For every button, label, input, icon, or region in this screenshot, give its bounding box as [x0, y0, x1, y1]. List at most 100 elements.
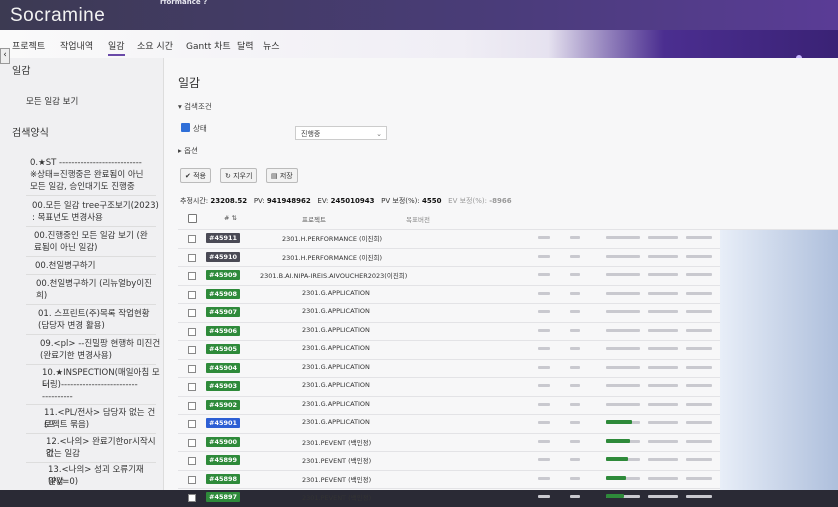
issue-id-link[interactable]: #45900 — [206, 436, 241, 447]
saved-query-link[interactable]: 00.천일병구하기 — [35, 260, 95, 272]
column-header-number[interactable]: # ⇅ — [224, 214, 237, 222]
table-right-fade — [720, 230, 838, 490]
issue-id-link[interactable]: #45911 — [206, 233, 241, 243]
help-icon[interactable]: ? — [203, 0, 207, 6]
row-checkbox[interactable] — [188, 346, 196, 354]
apply-button[interactable]: ✔ 적용 — [180, 168, 211, 183]
issue-id-link[interactable]: #45901 — [206, 418, 241, 428]
table-row[interactable]: #45897 2301.PEVENT (백인정) — [178, 488, 838, 507]
blurred-cell — [648, 421, 678, 424]
issue-id-link[interactable]: #45899 — [206, 455, 241, 465]
menu-item-issues[interactable]: 일감 — [108, 39, 125, 56]
saved-query-note: 없는 일감 — [46, 449, 80, 459]
issue-id-link[interactable]: #45902 — [206, 399, 241, 410]
row-checkbox[interactable] — [188, 253, 196, 262]
issue-id-link[interactable]: #45907 — [206, 307, 241, 317]
blurred-cell — [686, 421, 712, 424]
saved-query-link[interactable]: 00.진행중인 모든 일감 보기 (완 — [34, 230, 148, 242]
issue-project-link[interactable]: 2301.PEVENT (백인정) — [302, 437, 371, 447]
row-checkbox[interactable] — [188, 364, 196, 373]
row-checkbox[interactable] — [188, 290, 196, 299]
issue-id-link[interactable]: #45903 — [206, 381, 241, 391]
issue-id-link[interactable]: #45898 — [206, 473, 241, 484]
select-all-checkbox[interactable] — [188, 214, 197, 223]
save-button[interactable]: ▤ 저장 — [266, 168, 298, 183]
menu-item-projects[interactable]: 프로젝트 — [12, 39, 45, 52]
sidebar-toggle-icon[interactable]: ‹ — [0, 48, 10, 64]
issue-project-link[interactable]: 2301.PEVENT (백인정) — [302, 455, 371, 465]
issue-id-link[interactable]: #45905 — [206, 344, 241, 354]
saved-query-note: 모든 일감, 승인대기도 진행중 — [30, 182, 135, 192]
saved-query-link[interactable]: 01. 스프린트(주)목록 작업현황 — [38, 308, 150, 320]
options-toggle[interactable]: ▸ 옵션 — [178, 145, 198, 156]
row-checkbox[interactable] — [188, 401, 196, 410]
issue-project-link[interactable]: 2301.G.APPLICATION — [302, 289, 370, 297]
row-checkbox[interactable] — [188, 327, 196, 336]
status-filter-label: 상태 — [193, 124, 207, 133]
row-checkbox[interactable] — [188, 438, 196, 447]
issue-project-link[interactable]: 2301.G.APPLICATION — [302, 400, 370, 408]
progress-bar — [606, 438, 630, 443]
blurred-cell — [606, 291, 640, 295]
saved-query-link[interactable]: 09.<pl> --진밀팡 현행하 미진건 — [40, 338, 160, 350]
blurred-cell — [686, 365, 712, 369]
blurred-cell — [538, 347, 550, 350]
issue-project-link[interactable]: 2301.G.APPLICATION — [302, 363, 370, 371]
row-checkbox[interactable] — [188, 475, 196, 484]
blurred-cell — [570, 476, 580, 480]
issue-project-link[interactable]: 2301.PEVENT (백인정) — [302, 492, 371, 502]
issue-project-link[interactable]: 2301.H.PERFORMANCE (이진희) — [282, 233, 382, 243]
row-checkbox[interactable] — [188, 309, 196, 317]
issue-project-link[interactable]: 2301.B.AI.NIPA-IREIS.AIVOUCHER2023(이진희) — [260, 270, 407, 280]
row-checkbox[interactable] — [188, 272, 196, 280]
blurred-cell — [538, 291, 550, 295]
issue-id-link[interactable]: #45897 — [206, 492, 241, 502]
saved-query-link[interactable]: 13.<나의> 성괴 오류기재(PV=0) — [48, 464, 163, 488]
issue-id-link[interactable]: #45908 — [206, 288, 241, 299]
issue-project-link[interactable]: 2301.G.APPLICATION — [302, 344, 370, 352]
sidebar-view-all-link[interactable]: 모든 일감 보기 — [26, 96, 78, 108]
status-filter-checkbox[interactable] — [181, 123, 190, 132]
filters-toggle[interactable]: ▾ 검색조건 — [178, 101, 212, 112]
blurred-cell — [648, 495, 678, 498]
clear-button[interactable]: ↻ 지우기 — [220, 168, 258, 183]
status-select[interactable]: 진행중 ⌄ — [295, 126, 387, 140]
issue-project-link[interactable]: 2301.G.APPLICATION — [302, 307, 370, 315]
issue-project-link[interactable]: 2301.H.PERFORMANCE (이진희) — [282, 252, 382, 262]
blurred-cell — [686, 402, 712, 406]
divider — [26, 462, 156, 463]
row-checkbox[interactable] — [188, 420, 196, 428]
row-checkbox[interactable] — [188, 383, 196, 391]
column-header-project[interactable]: 프로젝트 — [302, 214, 326, 224]
blurred-cell — [606, 402, 640, 406]
blurred-cell — [570, 291, 580, 295]
blurred-cell — [538, 458, 550, 461]
menu-item-activity[interactable]: 작업내역 — [60, 39, 93, 52]
app-brand[interactable]: Socramine — [10, 5, 105, 27]
menu-item-calendar[interactable]: 달력 — [237, 39, 254, 52]
blurred-cell — [570, 421, 580, 424]
issue-id-link[interactable]: #45909 — [206, 270, 241, 280]
issue-id-link[interactable]: #45910 — [206, 251, 241, 262]
issue-project-link[interactable]: 2301.G.APPLICATION — [302, 381, 370, 389]
blurred-cell — [570, 236, 580, 239]
issue-project-link[interactable]: 2301.PEVENT (백인정) — [302, 474, 371, 484]
saved-query-link[interactable]: 0.★ST --------------------------- — [30, 157, 142, 169]
issue-id-link[interactable]: #45904 — [206, 362, 241, 373]
blurred-cell — [538, 421, 550, 424]
row-checkbox[interactable] — [188, 235, 196, 243]
issue-id-link[interactable]: #45906 — [206, 325, 241, 336]
issue-project-link[interactable]: 2301.G.APPLICATION — [302, 326, 370, 334]
saved-query-link[interactable]: 00.모든 일감 tree구조보기(2023) — [32, 200, 159, 212]
menu-item-gantt[interactable]: Gantt 차트 — [186, 39, 231, 52]
column-header-target-version[interactable]: 목표버전 — [406, 214, 430, 224]
menu-item-spent-time[interactable]: 소요 시간 — [137, 39, 173, 52]
menu-item-news[interactable]: 뉴스 — [263, 39, 280, 52]
row-checkbox[interactable] — [188, 494, 196, 502]
issue-project-link[interactable]: 2301.G.APPLICATION — [302, 418, 370, 426]
divider — [26, 304, 156, 305]
saved-query-note: (완료기한 변경사용) — [40, 351, 112, 361]
blurred-cell — [570, 402, 580, 406]
saved-query-link[interactable]: 00.천일병구하기 (리뉴얼by이진 — [36, 278, 152, 290]
row-checkbox[interactable] — [188, 457, 196, 465]
